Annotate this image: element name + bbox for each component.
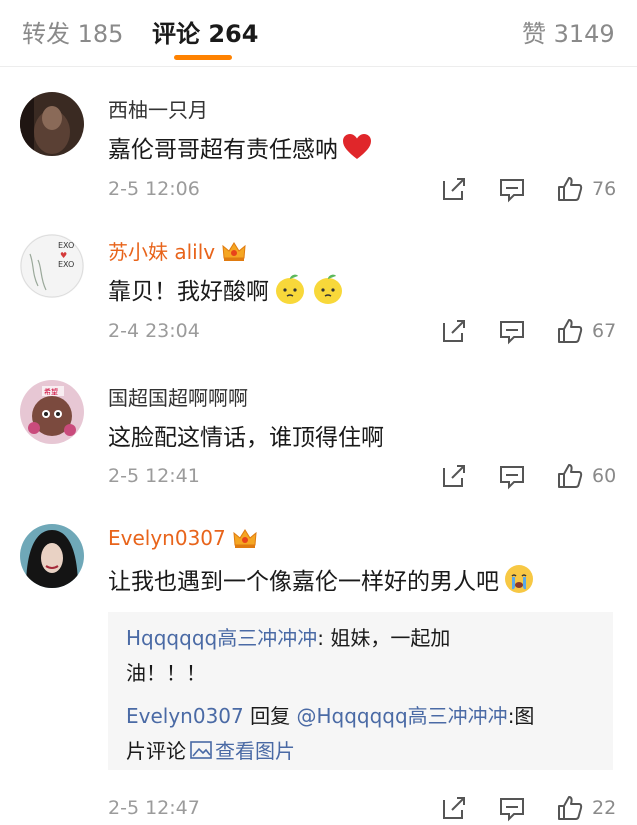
timestamp: 2-4 23:04 (108, 320, 200, 342)
avatar[interactable] (20, 92, 84, 156)
comment-meta: 2-5 12:41 60 (0, 462, 637, 492)
lemon-emoji-icon (314, 274, 342, 304)
comment-body: 嘉伦哥哥超有责任感呐 (108, 137, 338, 163)
comment-body: 靠贝！我好酸啊 (108, 279, 269, 305)
tab-repost[interactable]: 转发 185 (22, 14, 123, 49)
like-count: 60 (592, 465, 617, 487)
comment-meta: 2-5 12:47 22 (0, 794, 637, 824)
like-count: 76 (592, 178, 617, 200)
reply-text: : 姐妹，一起加 (317, 626, 451, 650)
tab-bar: 转发 185 评论 264 赞 3149 (0, 0, 637, 67)
repost-icon[interactable] (440, 317, 468, 345)
comment-text: 嘉伦哥哥超有责任感呐 (108, 130, 372, 164)
repost-icon[interactable] (440, 175, 468, 203)
reply-line: Hqqqqqq高三冲冲冲: 姐妹，一起加 (126, 622, 450, 651)
username-text[interactable]: 西柚一只月 (108, 94, 208, 123)
crying-emoji-icon (505, 565, 533, 593)
reply-line: Evelyn0307 回复 @Hqqqqqq高三冲冲冲:图 (126, 700, 534, 729)
username-text[interactable]: 苏小妹 alilv (108, 236, 215, 265)
username[interactable]: 西柚一只月 (108, 94, 208, 123)
svg-text:♥: ♥ (60, 251, 67, 260)
thumbs-up-icon[interactable] (556, 462, 584, 490)
username-text[interactable]: Evelyn0307 (108, 526, 226, 550)
tab-likes[interactable]: 赞 3149 (522, 14, 615, 49)
avatar[interactable] (20, 524, 84, 588)
username[interactable]: Evelyn0307 (108, 526, 258, 550)
view-image-link[interactable]: 查看图片 (190, 735, 295, 764)
image-icon (190, 740, 212, 759)
thumbs-up-icon[interactable] (556, 175, 584, 203)
comment-body: 这脸配这情话，谁顶得住啊 (108, 425, 384, 451)
comment-text: 这脸配这情话，谁顶得住啊 (108, 418, 384, 452)
comment-icon[interactable] (498, 317, 526, 345)
avatar[interactable]: 希望 (20, 380, 84, 444)
comment-meta: 2-5 12:06 76 (0, 175, 637, 205)
username[interactable]: 苏小妹 alilv (108, 236, 247, 265)
vip-crown-icon (222, 241, 246, 261)
like-count: 67 (592, 320, 617, 342)
timestamp: 2-5 12:47 (108, 797, 200, 819)
heart-icon (343, 134, 371, 159)
like-count: 22 (592, 797, 617, 819)
comment-icon[interactable] (498, 175, 526, 203)
reply-username[interactable]: Evelyn0307 (126, 704, 244, 728)
thumbs-up-icon[interactable] (556, 317, 584, 345)
comment-icon[interactable] (498, 794, 526, 822)
vip-crown-icon (233, 529, 257, 548)
avatar-text: EXO (58, 241, 74, 250)
timestamp: 2-5 12:41 (108, 465, 200, 487)
reply-text: 片评论 (126, 739, 186, 763)
repost-icon[interactable] (440, 794, 468, 822)
comment-text: 靠贝！我好酸啊 (108, 272, 345, 306)
comment-icon[interactable] (498, 462, 526, 490)
reply-text: :图 (507, 704, 535, 728)
reply-line: 油！！！ (126, 657, 206, 686)
avatar[interactable]: EXO ♥ EXO (20, 234, 84, 298)
comment-meta: 2-4 23:04 67 (0, 317, 637, 347)
repost-icon[interactable] (440, 462, 468, 490)
reply-username[interactable]: Hqqqqqq高三冲冲冲 (126, 626, 317, 650)
reply-line: 片评论 查看图片 (126, 735, 295, 764)
avatar-text: 希望 (44, 387, 58, 396)
reply-mention[interactable]: @Hqqqqqq高三冲冲冲 (296, 704, 507, 728)
username-text[interactable]: 国超国超啊啊啊 (108, 382, 248, 411)
comment-body: 让我也遇到一个像嘉伦一样好的男人吧 (108, 569, 499, 595)
view-image-label[interactable]: 查看图片 (215, 735, 295, 764)
timestamp: 2-5 12:06 (108, 178, 200, 200)
thumbs-up-icon[interactable] (556, 794, 584, 822)
comment-text: 让我也遇到一个像嘉伦一样好的男人吧 (108, 562, 535, 596)
avatar-text: EXO (58, 260, 74, 269)
tab-comments[interactable]: 评论 264 (152, 14, 258, 49)
active-tab-indicator (174, 55, 232, 60)
reply-text: 油！！！ (126, 661, 206, 685)
lemon-emoji-icon (276, 274, 304, 304)
reply-thread[interactable]: Hqqqqqq高三冲冲冲: 姐妹，一起加 油！！！ Evelyn0307 回复 … (108, 612, 613, 770)
reply-keyword: 回复 (250, 704, 291, 728)
username[interactable]: 国超国超啊啊啊 (108, 382, 248, 411)
